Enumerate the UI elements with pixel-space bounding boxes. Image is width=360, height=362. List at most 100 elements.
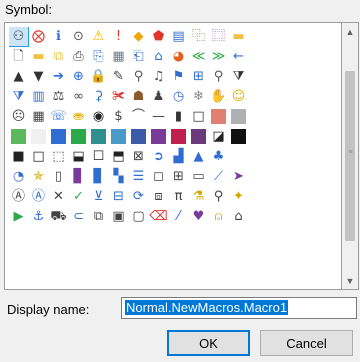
symbol-cell-lock-icon[interactable]: 🔒 — [89, 67, 108, 86]
symbol-cell-music-icon[interactable]: ♫ — [149, 67, 168, 86]
scroll-down-button[interactable]: ▼ — [342, 272, 358, 289]
symbol-cell-slash-icon[interactable]: ⁄ — [169, 207, 188, 226]
symbol-cell-green-swatch[interactable] — [9, 127, 28, 146]
display-name-input[interactable]: Normal.NewMacros.Macro1 — [121, 297, 357, 319]
symbol-cell-brackets-icon[interactable]: ⧈ — [149, 187, 168, 206]
symbol-cell-green-dark-swatch[interactable] — [69, 127, 88, 146]
symbol-cell-magic-wand-icon[interactable]: ✦ — [229, 187, 248, 206]
symbol-cell-crimson-swatch[interactable] — [169, 127, 188, 146]
symbol-cell-spreadsheet-icon[interactable]: ▦ — [109, 47, 128, 66]
symbol-cell-lightblue-swatch[interactable] — [109, 127, 128, 146]
symbol-cell-heart-icon[interactable]: ♥ — [189, 207, 208, 226]
symbol-cell-lens-icon[interactable]: ◉ — [89, 107, 108, 126]
symbol-cell-merge-icon[interactable]: ⊻ — [89, 187, 108, 206]
symbol-cell-shield-icon[interactable]: ⬟ — [149, 27, 168, 46]
symbol-cell-info-icon[interactable]: ℹ — [49, 27, 68, 46]
symbol-cell-bulb-icon[interactable]: ⚳ — [89, 87, 108, 106]
symbol-cell-letter-a-blue-icon[interactable]: Ⓐ — [29, 187, 48, 206]
symbol-cell-checkbox-outline-icon[interactable]: ☐ — [89, 147, 108, 166]
symbol-cell-page-icon[interactable]: 🗋 — [9, 47, 28, 66]
symbol-cell-folder-icon[interactable]: ▬ — [229, 27, 248, 46]
symbol-cell-plum-swatch[interactable] — [189, 127, 208, 146]
symbol-cell-people-icon[interactable]: ♣ — [209, 147, 228, 166]
symbol-cell-close-circle-icon[interactable]: ⨂ — [29, 27, 48, 46]
symbol-cell-white-swatch[interactable] — [29, 127, 48, 146]
symbol-cell-boxed-x-icon[interactable]: ⊠ — [129, 147, 148, 166]
symbol-cell-bell-icon[interactable]: ⍝ — [209, 207, 228, 226]
symbol-cell-play-icon[interactable]: ▶ — [9, 207, 28, 226]
symbol-cell-phone-icon[interactable]: ☏ — [49, 107, 68, 126]
symbol-cell-double-forward-icon[interactable]: ≫ — [209, 47, 228, 66]
symbol-cell-purple-swatch[interactable] — [149, 127, 168, 146]
symbol-cell-pie-chart-icon[interactable]: ◕ — [169, 47, 188, 66]
symbol-cell-smiley-icon[interactable]: ☺ — [229, 87, 248, 106]
symbol-cell-flask-icon[interactable]: ⚗ — [189, 187, 208, 206]
symbol-cell-warning-icon[interactable]: ⚠ — [89, 27, 108, 46]
symbol-grid[interactable]: ⚇ ⨂ ℹ ⊙ ⚠! ◆ ⬟ ▤ ⿻⿴ ▬ 🗋 ▬ ⧉ ⎙ ⎘ ▦ ⎗ ⌂ ◕ ≪ ≫ ← ▲ ▼ ➔ ⊕ 🔒 ✎ ⚲ ♫ ⚑ ⊞ ⚲ ⧩ ⧩ ▥ ⚖ ∞… — [9, 27, 249, 285]
symbol-cell-grid-icon[interactable]: ▮ — [169, 107, 188, 126]
symbol-cell-rounded-square-icon[interactable]: ▢ — [129, 207, 148, 226]
symbol-cell-filter-icon[interactable]: ⧩ — [229, 67, 248, 86]
symbol-cell-half-square-icon[interactable]: ◪ — [209, 127, 228, 146]
symbol-cell-blue-swatch[interactable] — [49, 127, 68, 146]
symbol-cell-window-icon[interactable]: ⊞ — [189, 67, 208, 86]
symbol-cell-triangle-up-icon[interactable]: ▲ — [9, 67, 28, 86]
symbol-cell-diagonal-icon[interactable]: ⟋ — [209, 167, 228, 186]
symbol-cell-list-icon[interactable]: ☰ — [129, 167, 148, 186]
symbol-cell-textbox-icon[interactable]: ▭ — [189, 167, 208, 186]
symbol-cell-network-icon[interactable]: ⿻ — [189, 27, 208, 46]
symbol-cell-exclamation-icon[interactable]: ! — [109, 27, 128, 46]
symbol-cell-bar-chart-icon[interactable]: ▟ — [169, 147, 188, 166]
symbol-cell-person-icon[interactable]: ♟ — [149, 87, 168, 106]
symbol-cell-magnifier-icon[interactable]: ⚲ — [209, 67, 228, 86]
symbol-cell-gray-swatch[interactable] — [229, 107, 248, 126]
symbol-cell-printer-icon[interactable]: ⎙ — [69, 47, 88, 66]
symbol-cell-check-icon[interactable]: ✓ — [69, 187, 88, 206]
symbol-cell-minus-box-icon[interactable]: ⊟ — [109, 187, 128, 206]
cancel-button[interactable]: Cancel — [260, 330, 353, 356]
symbol-cell-salmon-swatch[interactable] — [209, 107, 228, 126]
symbol-cell-dash-icon[interactable]: — — [149, 107, 168, 126]
symbol-cell-double-back-icon[interactable]: ≪ — [189, 47, 208, 66]
symbol-cell-page-blank-icon[interactable]: ▯ — [49, 167, 68, 186]
symbol-cell-calculator-icon[interactable]: ▦ — [29, 107, 48, 126]
symbol-cell-refresh-icon[interactable]: ⟳ — [129, 187, 148, 206]
symbol-cell-square-outline-icon[interactable]: □ — [189, 107, 208, 126]
symbol-cell-arrow-left-icon[interactable]: ← — [229, 47, 248, 66]
symbol-cell-arrow-purple-icon[interactable]: ➤ — [229, 167, 248, 186]
symbol-cell-teal-swatch[interactable] — [89, 127, 108, 146]
symbol-cell-pin-icon[interactable]: ⚲ — [129, 67, 148, 86]
symbol-cell-pencil-icon[interactable]: ✎ — [109, 67, 128, 86]
scroll-thumb[interactable] — [345, 71, 355, 241]
symbol-cell-copy-folder-icon[interactable]: ⧉ — [49, 47, 68, 66]
symbol-cell-star-icon[interactable]: ✯ — [29, 167, 48, 186]
symbol-cell-circle-right-icon[interactable]: ➲ — [149, 147, 168, 166]
symbol-cell-x-icon[interactable]: ✕ — [49, 187, 68, 206]
symbol-cell-navy-swatch[interactable] — [129, 127, 148, 146]
symbol-cell-blue-book-icon[interactable]: ▊ — [89, 167, 108, 186]
symbol-cell-snowflake-icon[interactable]: ❄ — [189, 87, 208, 106]
symbol-cell-boxed-square-icon[interactable]: ▣ — [109, 207, 128, 226]
symbol-cell-purple-book-icon[interactable]: ▊ — [69, 167, 88, 186]
symbol-cell-infinity-icon[interactable]: ∞ — [69, 87, 88, 106]
symbol-cell-wifi-icon[interactable]: ⌒ — [129, 107, 148, 126]
symbol-cell-arrow-right-icon[interactable]: ➔ — [49, 67, 68, 86]
symbol-cell-table-icon[interactable]: ▥ — [29, 87, 48, 106]
symbol-cell-mountain-icon[interactable]: ▲ — [189, 147, 208, 166]
symbol-cell-lasso-icon[interactable]: ⊂ — [69, 207, 88, 226]
vertical-scrollbar[interactable]: ▲ ≡ ▼ — [342, 22, 359, 290]
symbol-cell-diamond-icon[interactable]: ◆ — [129, 27, 148, 46]
symbol-cell-save-icon[interactable]: ▤ — [169, 27, 188, 46]
symbol-cell-tray-icon[interactable]: ⌂ — [229, 207, 248, 226]
symbol-cell-clock-icon[interactable]: ◷ — [169, 87, 188, 106]
symbol-cell-truck-icon[interactable]: ⛟ — [49, 207, 68, 226]
symbol-cell-print-preview-icon[interactable]: ⎘ — [89, 47, 108, 66]
symbol-cell-grid-box-icon[interactable]: ⊞ — [169, 167, 188, 186]
symbol-cell-pie-icon[interactable]: ◔ — [9, 167, 28, 186]
symbol-cell-blank-square-icon[interactable]: ◻ — [149, 167, 168, 186]
symbol-cell-user-icon[interactable]: ☗ — [129, 87, 148, 106]
symbol-cell-chart-area-icon[interactable]: ▚ — [109, 167, 128, 186]
symbol-cell-frame-icon[interactable]: □ — [29, 147, 48, 166]
symbol-cell-layout-icon[interactable]: ⿴ — [209, 27, 228, 46]
symbol-cell-tools-icon[interactable]: ✀ — [109, 87, 128, 106]
